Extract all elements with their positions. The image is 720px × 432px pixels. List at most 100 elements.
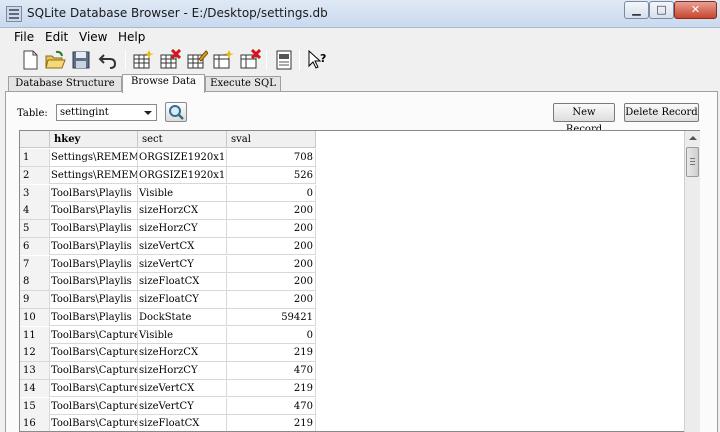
sect-cell[interactable]: ORGSIZE1920x1080 xyxy=(138,149,227,166)
row-number-cell: 13 xyxy=(20,362,50,379)
hkey-cell[interactable]: ToolBars\Capture xyxy=(50,379,138,397)
table-select[interactable]: settingint xyxy=(56,104,157,121)
table-row[interactable]: 15 ToolBars\Capture sizeVertCY 470 xyxy=(20,397,316,416)
hkey-cell[interactable]: ToolBars\Capture xyxy=(50,326,138,344)
column-header-hkey[interactable]: hkey xyxy=(50,131,138,148)
sval-cell[interactable]: 200 xyxy=(227,202,316,220)
sect-cell[interactable]: sizeFloatCX xyxy=(138,415,227,431)
sect-cell[interactable]: sizeVertCY xyxy=(138,397,227,415)
save-icon[interactable] xyxy=(70,49,92,71)
sval-cell[interactable]: 0 xyxy=(227,184,316,202)
sval-cell[interactable]: 219 xyxy=(227,415,316,431)
row-number-cell: 8 xyxy=(20,273,50,291)
sval-cell[interactable]: 708 xyxy=(227,149,316,166)
table-row[interactable]: 16 ToolBars\Capture sizeFloatCX 219 xyxy=(20,415,316,431)
table-row[interactable]: 7 ToolBars\Playlis sizeVertCY 200 xyxy=(20,255,316,274)
sval-cell[interactable]: 219 xyxy=(227,344,316,362)
sval-cell[interactable]: 200 xyxy=(227,220,316,237)
sect-cell[interactable]: sizeVertCY xyxy=(138,255,227,273)
new-record-button[interactable]: New Record xyxy=(553,103,615,135)
undo-icon[interactable] xyxy=(97,49,119,71)
log-icon[interactable] xyxy=(273,49,295,71)
hkey-cell[interactable]: ToolBars\Playlis xyxy=(50,220,138,237)
sval-cell[interactable]: 200 xyxy=(227,273,316,291)
sval-cell[interactable]: 0 xyxy=(227,326,316,344)
hkey-cell[interactable]: ToolBars\Playlis xyxy=(50,237,138,255)
sect-cell[interactable]: ORGSIZE1920x1080 xyxy=(138,166,227,184)
column-header-sect[interactable]: sect xyxy=(138,131,227,148)
new-database-icon[interactable] xyxy=(19,49,41,71)
sect-cell[interactable]: sizeFloatCY xyxy=(138,291,227,308)
menu-view[interactable]: View xyxy=(79,30,107,44)
table-row[interactable]: 6 ToolBars\Playlis sizeVertCX 200 xyxy=(20,237,316,256)
sval-cell[interactable]: 59421 xyxy=(227,308,316,326)
sect-cell[interactable]: sizeVertCX xyxy=(138,237,227,255)
sect-cell[interactable]: sizeVertCX xyxy=(138,379,227,397)
sval-cell[interactable]: 526 xyxy=(227,166,316,184)
sect-cell[interactable]: sizeHorzCX xyxy=(138,202,227,220)
sval-cell[interactable]: 200 xyxy=(227,291,316,308)
search-button[interactable] xyxy=(165,102,187,122)
vertical-scrollbar[interactable] xyxy=(684,131,700,432)
minimize-button[interactable]: ▁ xyxy=(624,1,649,19)
sect-cell[interactable]: Visible xyxy=(138,326,227,344)
sval-cell[interactable]: 470 xyxy=(227,397,316,415)
menu-help[interactable]: Help xyxy=(118,30,145,44)
hkey-cell[interactable]: ToolBars\Capture xyxy=(50,344,138,362)
table-row[interactable]: 2Settings\REMEMBERORGSIZE1920x1080526 xyxy=(20,166,316,185)
column-header-sval[interactable]: sval xyxy=(227,131,316,148)
scroll-up-arrow-icon[interactable] xyxy=(685,131,700,146)
table-row[interactable]: 10 ToolBars\Playlis DockState 59421 xyxy=(20,308,316,327)
tab-execute-sql[interactable]: Execute SQL xyxy=(205,76,281,92)
table-row[interactable]: 11 ToolBars\Capture Visible 0 xyxy=(20,326,316,345)
hkey-cell[interactable]: ToolBars\Capture xyxy=(50,415,138,431)
hkey-cell[interactable]: ToolBars\Playlis xyxy=(50,291,138,308)
table-row[interactable]: 8 ToolBars\Playlis sizeFloatCX 200 xyxy=(20,273,316,291)
sect-cell[interactable]: sizeHorzCY xyxy=(138,362,227,379)
delete-index-icon[interactable] xyxy=(239,48,262,71)
whats-this-icon[interactable]: ? xyxy=(306,49,328,71)
table-row[interactable]: 4 ToolBars\Playlis sizeHorzCX 200 xyxy=(20,202,316,220)
sect-cell[interactable]: DockState xyxy=(138,308,227,326)
sect-cell[interactable]: sizeFloatCX xyxy=(138,273,227,291)
open-database-icon[interactable] xyxy=(44,49,66,71)
hkey-cell[interactable]: ToolBars\Playlis xyxy=(50,308,138,326)
hkey-cell[interactable]: ToolBars\Playlis xyxy=(50,202,138,220)
tab-browse-data[interactable]: Browse Data xyxy=(122,74,205,93)
sval-cell[interactable]: 200 xyxy=(227,255,316,273)
table-row[interactable]: 3 ToolBars\Playlis Visible 0 xyxy=(20,184,316,203)
sect-cell[interactable]: sizeHorzCY xyxy=(138,220,227,237)
close-button[interactable]: ✕ xyxy=(674,1,717,19)
table-row[interactable]: 5 ToolBars\Playlis sizeHorzCY 200 xyxy=(20,220,316,238)
hkey-cell[interactable]: Settings\REMEMBER xyxy=(50,166,138,184)
hkey-cell[interactable]: ToolBars\Playlis xyxy=(50,273,138,291)
tab-database-structure[interactable]: Database Structure xyxy=(8,76,122,92)
sect-cell[interactable]: Visible xyxy=(138,184,227,202)
table-row[interactable]: 13 ToolBars\Capture sizeHorzCY 470 xyxy=(20,362,316,380)
row-number-cell: 15 xyxy=(20,397,50,415)
create-table-icon[interactable] xyxy=(132,49,154,71)
hkey-cell[interactable]: ToolBars\Playlis xyxy=(50,255,138,273)
hkey-cell[interactable]: ToolBars\Capture xyxy=(50,397,138,415)
delete-table-icon[interactable] xyxy=(159,48,182,71)
create-index-icon[interactable] xyxy=(212,49,234,71)
table-row[interactable]: 14 ToolBars\Capture sizeVertCX 219 xyxy=(20,379,316,398)
table-row[interactable]: 12 ToolBars\Capture sizeHorzCX 219 xyxy=(20,344,316,362)
hkey-cell[interactable]: ToolBars\Capture xyxy=(50,362,138,379)
delete-record-button[interactable]: Delete Record xyxy=(624,103,699,122)
hkey-cell[interactable]: ToolBars\Playlis xyxy=(50,184,138,202)
sval-cell[interactable]: 470 xyxy=(227,362,316,379)
app-icon xyxy=(6,6,22,22)
sval-cell[interactable]: 219 xyxy=(227,379,316,397)
menu-file[interactable]: File xyxy=(14,30,34,44)
sval-cell[interactable]: 200 xyxy=(227,237,316,255)
data-grid[interactable]: hkey sect sval 1Settings\REMEMBERORGSIZE… xyxy=(19,130,700,432)
table-row[interactable]: 1Settings\REMEMBERORGSIZE1920x1080708 xyxy=(20,149,316,167)
maximize-button[interactable]: □ xyxy=(649,1,674,19)
modify-table-icon[interactable] xyxy=(186,49,209,71)
scroll-thumb[interactable] xyxy=(686,147,699,177)
menu-edit[interactable]: Edit xyxy=(45,30,68,44)
sect-cell[interactable]: sizeHorzCX xyxy=(138,344,227,362)
hkey-cell[interactable]: Settings\REMEMBER xyxy=(50,149,138,166)
table-row[interactable]: 9 ToolBars\Playlis sizeFloatCY 200 xyxy=(20,291,316,309)
